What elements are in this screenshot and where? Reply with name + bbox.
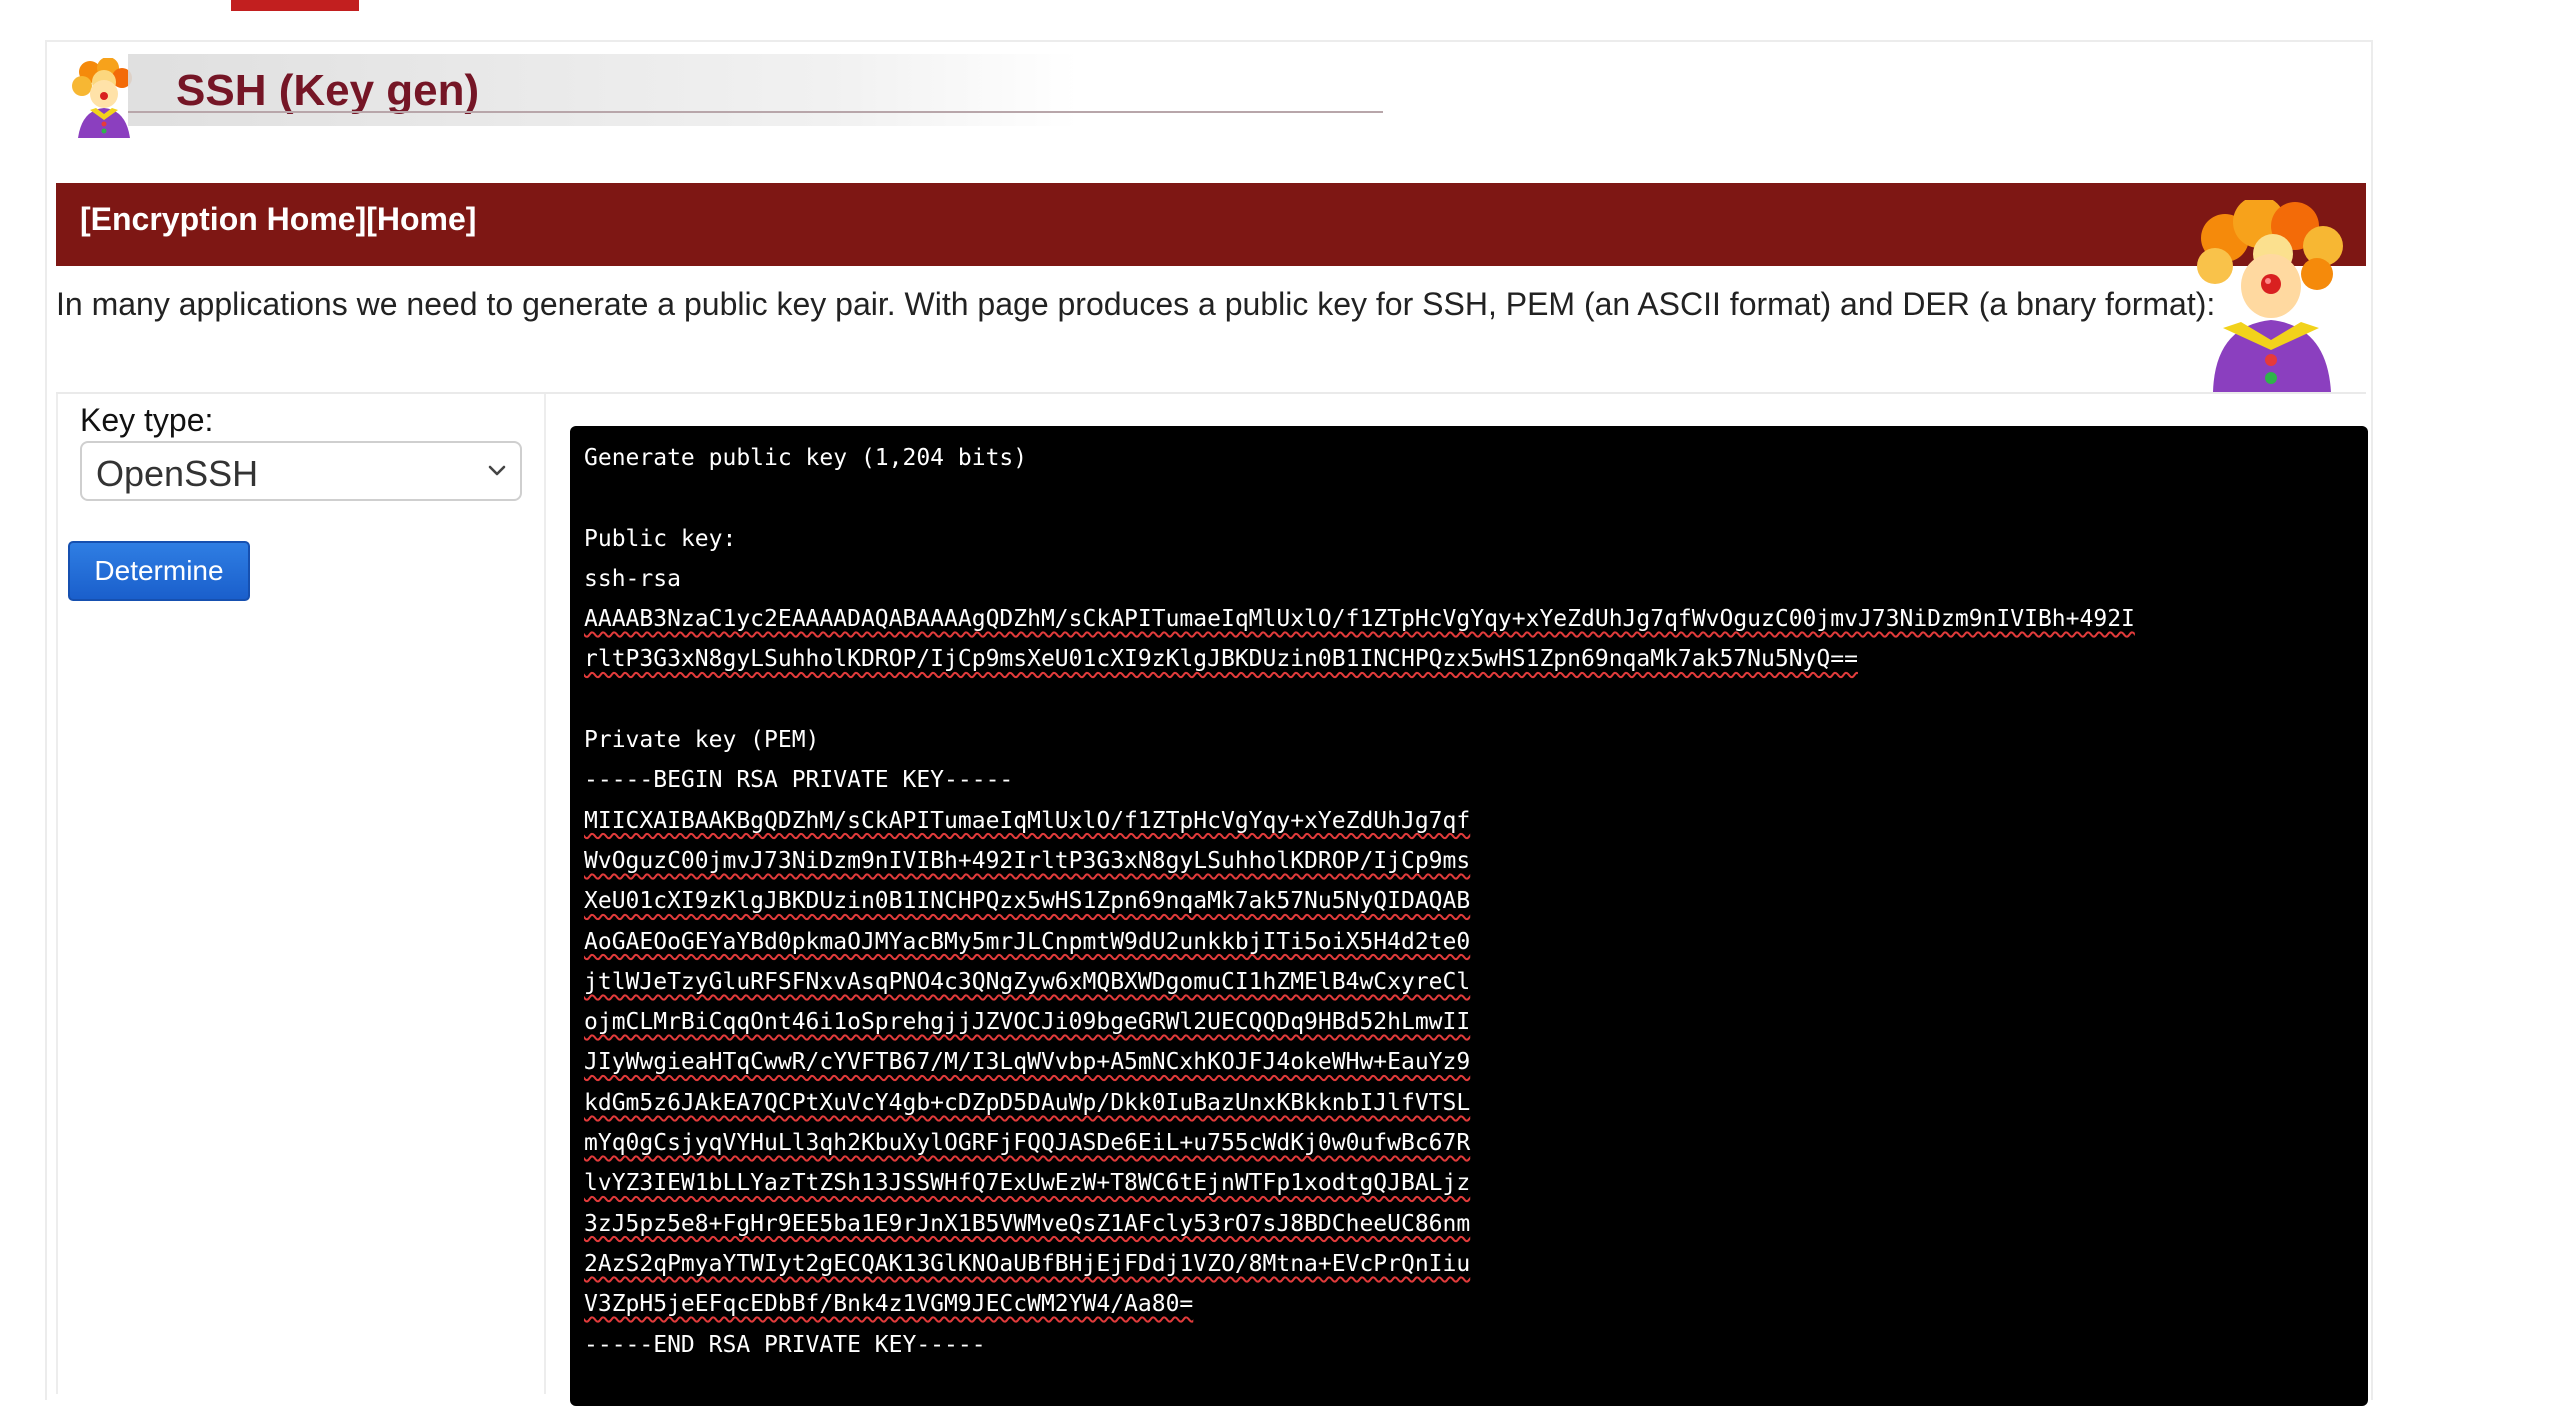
private-key-line: lvYZ3IEW1bLLYazTtZSh13JSSWHfQ7ExUwEzW+T8… [584, 1170, 1471, 1197]
clown-mascot-icon [2197, 200, 2343, 392]
public-key-block: AAAAB3NzaC1yc2EAAAADAQABAAAAgQDZhM/sCkAP… [584, 599, 2354, 680]
private-key-line-row: mYq0gCsjyqVYHuLl3qh2KbuXylOGRFjFQQJASDe6… [584, 1123, 2354, 1163]
private-key-begin-marker: -----BEGIN RSA PRIVATE KEY----- [584, 767, 1014, 794]
private-key-line: mYq0gCsjyqVYHuLl3qh2KbuXylOGRFjFQQJASDe6… [584, 1130, 1471, 1157]
private-key-line-row: MIICXAIBAAKBgQDZhM/sCkAPITumaeIqMlUxlO/f… [584, 801, 2354, 841]
nav-link-home[interactable]: [Home] [366, 201, 476, 237]
private-key-line-row: jtlWJeTzyGluRFSFNxvAsqPNO4c3QNgZyw6xMQBX… [584, 962, 2354, 1002]
public-key-line: AAAAB3NzaC1yc2EAAAADAQABAAAAgQDZhM/sCkAP… [584, 606, 2135, 633]
output-blank-line [584, 478, 2354, 518]
private-key-line: jtlWJeTzyGluRFSFNxvAsqPNO4c3QNgZyw6xMQBX… [584, 968, 1471, 995]
private-key-line-row: WvOguzC00jmvJ73NiDzm9nIVIBh+492IrltP3G3x… [584, 841, 2354, 881]
key-type-label: Key type: [80, 402, 214, 438]
public-key-line-row: AAAAB3NzaC1yc2EAAAADAQABAAAAgQDZhM/sCkAP… [584, 599, 2354, 639]
private-key-line: WvOguzC00jmvJ73NiDzm9nIVIBh+492IrltP3G3x… [584, 847, 1471, 874]
private-key-line-row: kdGm5z6JAkEA7QCPtXuVcY4gb+cDZpD5DAuWp/Dk… [584, 1083, 2354, 1123]
private-key-line: MIICXAIBAAKBgQDZhM/sCkAPITumaeIqMlUxlO/f… [584, 807, 1471, 834]
key-output-panel[interactable]: Generate public key (1,204 bits) Public … [570, 426, 2368, 1406]
public-key-label: Public key: [584, 525, 737, 552]
private-key-block: MIICXAIBAAKBgQDZhM/sCkAPITumaeIqMlUxlO/f… [584, 801, 2354, 1325]
public-key-line: rltP3G3xN8gyLSuhholKDROP/IjCp9msXeU01cXI… [584, 646, 1858, 673]
private-key-line-row: lvYZ3IEW1bLLYazTtZSh13JSSWHfQ7ExUwEzW+T8… [584, 1163, 2354, 1203]
private-key-line: AoGAEOoGEYaYBd0pkmaOJMYacBMy5mrJLCnpmtW9… [584, 928, 1471, 955]
key-type-select[interactable]: OpenSSH [80, 441, 522, 501]
private-key-line-row: AoGAEOoGEYaYBd0pkmaOJMYacBMy5mrJLCnpmtW9… [584, 922, 2354, 962]
nav-bar: [Encryption Home][Home] [56, 183, 2366, 266]
private-key-line: 2AzS2qPmyaYTWIyt2gECQAK13GlKNOaUBfBHjEjF… [584, 1250, 1471, 1277]
private-key-line-row: V3ZpH5jeEFqcEDbBf/Bnk4z1VGM9JECcWM2YW4/A… [584, 1284, 2354, 1324]
nav-links: [Encryption Home][Home] [80, 201, 476, 238]
nav-link-encryption-home[interactable]: [Encryption Home] [80, 201, 366, 237]
private-key-line-row: ojmCLMrBiCqqOnt46i1oSprehgjjJZVOCJi09bge… [584, 1002, 2354, 1042]
key-type-selected-value: OpenSSH [96, 453, 259, 494]
output-header: Generate public key (1,204 bits) [584, 445, 1028, 471]
private-key-line: 3zJ5pz5e8+FgHr9EE5ba1E9rJnX1B5VWMveQsZ1A… [584, 1210, 1471, 1237]
private-key-line-row: XeU01cXI9zKlgJBKDUzin0B1INCHPQzx5wHS1Zpn… [584, 881, 2354, 921]
private-key-end-marker: -----END RSA PRIVATE KEY----- [584, 1331, 986, 1358]
private-key-line-row: JIyWwgieaHTqCwwR/cYVFTB67/M/I3LqWVvbp+A5… [584, 1042, 2354, 1082]
private-key-line: ojmCLMrBiCqqOnt46i1oSprehgjjJZVOCJi09bge… [584, 1009, 1471, 1036]
intro-text: In many applications we need to generate… [56, 286, 2216, 322]
page-title: SSH (Key gen) [176, 66, 480, 115]
determine-button[interactable]: Determine [68, 541, 250, 601]
public-key-line-row: rltP3G3xN8gyLSuhholKDROP/IjCp9msXeU01cXI… [584, 639, 2354, 679]
private-key-line: V3ZpH5jeEFqcEDbBf/Bnk4z1VGM9JECcWM2YW4/A… [584, 1291, 1194, 1318]
top-tab-indicator [231, 0, 359, 11]
title-underline [128, 111, 1383, 113]
private-key-line: JIyWwgieaHTqCwwR/cYVFTB67/M/I3LqWVvbp+A5… [584, 1049, 1471, 1076]
private-key-label: Private key (PEM) [584, 727, 820, 754]
private-key-line-row: 3zJ5pz5e8+FgHr9EE5ba1E9rJnX1B5VWMveQsZ1A… [584, 1204, 2354, 1244]
public-key-type: ssh-rsa [584, 565, 681, 592]
output-blank-line [584, 680, 2354, 720]
private-key-line: kdGm5z6JAkEA7QCPtXuVcY4gb+cDZpD5DAuWp/Dk… [584, 1089, 1471, 1116]
page-header: SSH (Key gen) [68, 52, 1383, 138]
private-key-line-row: 2AzS2qPmyaYTWIyt2gECQAK13GlKNOaUBfBHjEjF… [584, 1244, 2354, 1284]
private-key-line: XeU01cXI9zKlgJBKDUzin0B1INCHPQzx5wHS1Zpn… [584, 888, 1471, 915]
chevron-down-icon [488, 465, 506, 476]
